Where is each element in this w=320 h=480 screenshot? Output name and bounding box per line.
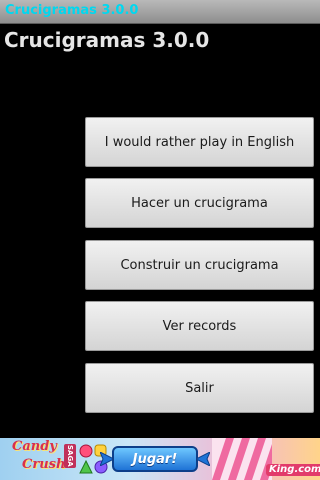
page-title: Crucigramas 3.0.0 xyxy=(4,28,210,52)
wrapper-right-icon xyxy=(196,452,210,466)
ad-brand-line2: Crush xyxy=(22,457,66,472)
advertiser-label: King.com xyxy=(266,464,320,476)
build-crossword-button[interactable]: Construir un crucigrama xyxy=(85,240,314,290)
ad-brand-line1: Candy xyxy=(12,439,57,454)
candy-stripes-icon xyxy=(212,438,272,480)
exit-button[interactable]: Salir xyxy=(85,363,314,413)
play-now-button[interactable]: Jugar! xyxy=(112,446,198,472)
view-records-button[interactable]: Ver records xyxy=(85,301,314,351)
ad-banner[interactable]: Candy Crush SAGA Jugar! King.com xyxy=(0,438,320,480)
play-in-english-button[interactable]: I would rather play in English xyxy=(85,117,314,167)
make-crossword-button[interactable]: Hacer un crucigrama xyxy=(85,178,314,228)
title-bar: Crucigramas 3.0.0 xyxy=(0,0,320,24)
ad-brand-tag: SAGA xyxy=(64,444,76,468)
window-title: Crucigramas 3.0.0 xyxy=(5,3,139,18)
